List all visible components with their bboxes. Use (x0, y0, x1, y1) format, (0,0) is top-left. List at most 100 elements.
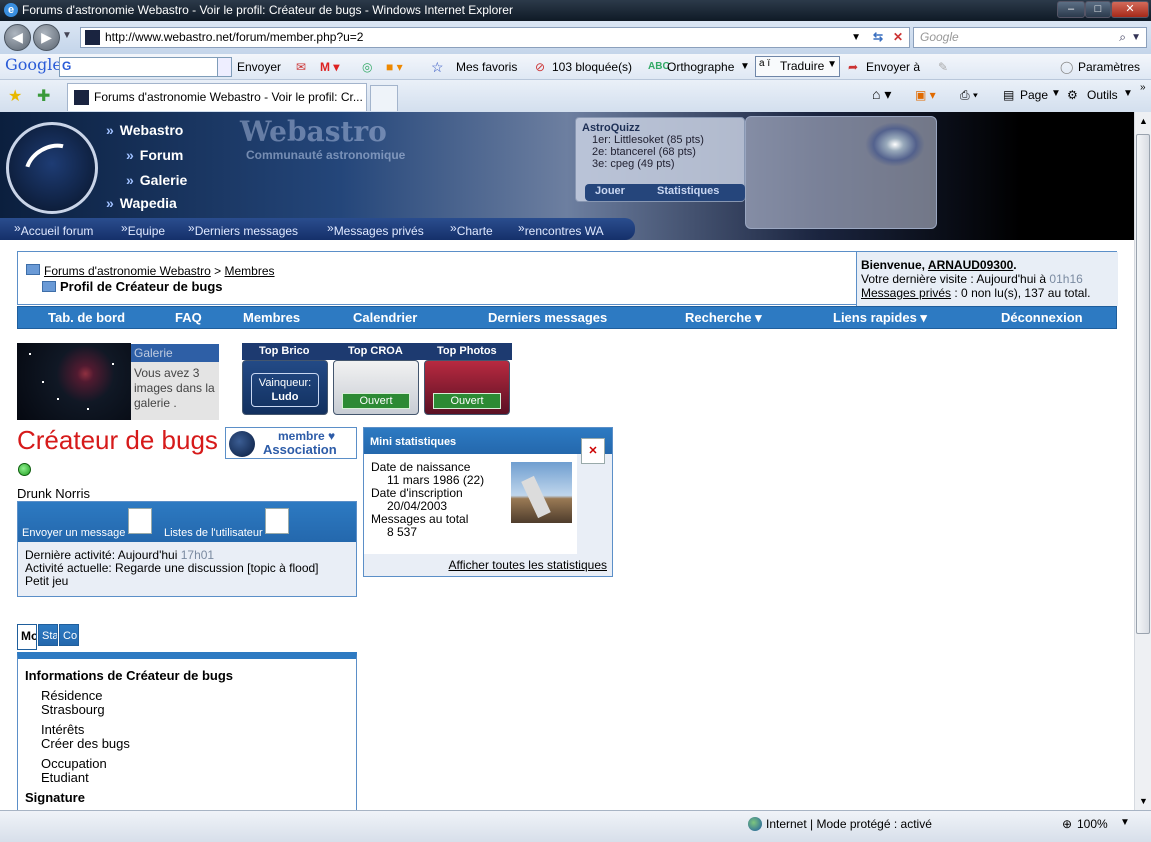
nav-dashboard[interactable]: Tab. de bord (48, 310, 125, 325)
nav-faq[interactable]: FAQ (175, 310, 202, 325)
private-messages-link[interactable]: Messages privés (861, 286, 951, 300)
bookmark-icon[interactable]: ✉ (296, 59, 306, 75)
tab-mon-profil[interactable]: Mo (17, 624, 37, 650)
top-brico-cell[interactable]: Vainqueur: Ludo (242, 360, 328, 415)
top-croa-label[interactable]: Top CROA (348, 345, 403, 357)
share-icon[interactable]: ◎ (362, 59, 372, 75)
pencil-icon[interactable]: ✎ (938, 59, 948, 75)
association-badge[interactable]: membre ♥ Association (225, 427, 357, 459)
gmail-icon[interactable]: M ▾ (320, 59, 339, 75)
translate-dropdown-icon[interactable]: ▼ (827, 59, 837, 70)
nav-search[interactable]: Recherche ▾ (685, 310, 762, 326)
nav-accueil-forum[interactable]: » Accueil forum (14, 221, 93, 238)
home-icon[interactable]: ⌂ ▾ (872, 86, 891, 103)
banner-nav-webastro[interactable]: » Webastro (106, 122, 183, 138)
more-tools-icon[interactable]: » (1140, 82, 1146, 93)
send-message-link[interactable]: Envoyer un message (22, 527, 125, 539)
forward-button[interactable]: ▶ (33, 24, 60, 51)
user-lists-link[interactable]: Listes de l'utilisateur (164, 527, 263, 539)
page-dropdown-icon[interactable]: ▼ (1051, 88, 1061, 99)
scroll-up-icon[interactable]: ▲ (1139, 116, 1148, 126)
google-send-button[interactable]: Envoyer (237, 59, 281, 75)
notebook-icon[interactable]: ■ ▾ (386, 59, 403, 75)
folder-icon (26, 264, 40, 275)
webastro-logo[interactable] (6, 122, 98, 214)
interests-value: Créer des bugs (41, 736, 130, 751)
breadcrumb-members-link[interactable]: Membres (225, 264, 275, 278)
welcome-label: Bienvenue, (861, 258, 926, 272)
top-photos-label[interactable]: Top Photos (437, 345, 497, 357)
username-link[interactable]: ARNAUD09300 (928, 258, 1013, 272)
nav-messages-prives[interactable]: » Messages privés (327, 221, 424, 238)
rss-icon[interactable]: ▣ ▾ (915, 88, 936, 102)
nav-equipe[interactable]: » Equipe (121, 221, 165, 238)
breadcrumb-forum-link[interactable]: Forums d'astronomie Webastro (44, 264, 211, 278)
history-dropdown-icon[interactable]: ▼ (62, 30, 72, 41)
zoom-dropdown-icon[interactable]: ▼ (1120, 817, 1130, 828)
url-field[interactable]: http://www.webastro.net/forum/member.php… (80, 27, 910, 48)
nav-derniers-messages[interactable]: » Derniers messages (188, 221, 298, 238)
stop-icon[interactable]: ✕ (893, 28, 903, 47)
tab-contacts[interactable]: Co (59, 624, 79, 646)
quizz-play-button[interactable]: Jouer (595, 185, 625, 197)
quizz-buttons: Jouer Statistiques (585, 184, 745, 201)
minimize-button[interactable]: – (1057, 1, 1085, 18)
google-search-input[interactable]: G ▼ (59, 57, 232, 77)
page-menu-button[interactable]: Page (1020, 88, 1048, 102)
new-tab-button[interactable] (370, 85, 398, 111)
nav-quick-links[interactable]: Liens rapides ▾ (833, 310, 927, 326)
settings-icon: ◯ (1060, 60, 1074, 74)
popup-blocked-button[interactable]: 103 bloquée(s) (552, 59, 632, 75)
nav-members[interactable]: Membres (243, 310, 300, 325)
photos-open-button[interactable]: Ouvert (433, 393, 501, 409)
refresh-icon[interactable]: ⇆ (873, 28, 883, 47)
vertical-scrollbar[interactable]: ▲ ▼ (1134, 112, 1151, 810)
security-zone-text[interactable]: Internet | Mode protégé : activé (766, 817, 932, 831)
back-button[interactable]: ◀ (4, 24, 31, 51)
gallery-header[interactable]: Galerie (131, 344, 219, 362)
croa-open-button[interactable]: Ouvert (342, 393, 410, 409)
print-icon[interactable]: ⎙ ▾ (960, 88, 978, 103)
tools-menu-button[interactable]: Outils (1087, 88, 1118, 102)
site-title: Webastro (240, 115, 387, 148)
favorites-star-icon[interactable]: ★ (8, 86, 22, 106)
scroll-down-icon[interactable]: ▼ (1139, 796, 1148, 806)
translate-box[interactable]: a ï Traduire ▼ (755, 56, 840, 77)
nav-latest-messages[interactable]: Derniers messages (488, 310, 607, 325)
banner-nav-wapedia[interactable]: » Wapedia (106, 195, 177, 211)
url-dropdown-icon[interactable]: ▼ (851, 28, 861, 47)
mini-stats-header: Mini statistiques (364, 428, 612, 454)
banner-nav-forum[interactable]: » Forum (126, 147, 183, 163)
google-search-history-button[interactable] (217, 57, 232, 77)
banner-nav-galerie[interactable]: » Galerie (126, 172, 187, 188)
search-dropdown-icon[interactable]: ▼ (1131, 28, 1141, 47)
nav-calendar[interactable]: Calendrier (353, 310, 417, 325)
spellcheck-dropdown-icon[interactable]: ▼ (740, 59, 750, 75)
activity-info: Dernière activité: Aujourd'hui 17h01 Act… (25, 549, 319, 588)
nav-rencontres-wa[interactable]: » rencontres WA (518, 221, 604, 238)
search-icon[interactable]: ⌕ (1119, 28, 1126, 47)
show-all-stats-link[interactable]: Afficher toutes les statistiques (448, 558, 607, 572)
nav-charte[interactable]: » Charte (450, 221, 493, 238)
add-favorites-icon[interactable]: ✚ (37, 86, 50, 106)
close-window-button[interactable]: ✕ (1111, 1, 1149, 18)
scrollbar-thumb[interactable] (1136, 134, 1150, 634)
tab-active[interactable]: Forums d'astronomie Webastro - Voir le p… (67, 83, 367, 111)
top-brico-label[interactable]: Top Brico (259, 345, 310, 357)
settings-button[interactable]: Paramètres (1078, 59, 1140, 75)
spellcheck-button[interactable]: Orthographe (667, 59, 734, 75)
nav-logout[interactable]: Déconnexion (1001, 310, 1083, 325)
gallery-thumbnail[interactable] (17, 343, 131, 420)
maximize-button[interactable]: □ (1085, 1, 1111, 18)
google-logo[interactable]: Google (5, 57, 62, 73)
top-photos-cell[interactable]: Ouvert (424, 360, 510, 415)
favorites-button[interactable]: Mes favoris (456, 59, 517, 75)
avatar (511, 462, 572, 523)
top-croa-cell[interactable]: Ouvert (333, 360, 419, 415)
search-input[interactable]: Google ⌕ ▼ (913, 27, 1147, 48)
tab-statistiques[interactable]: Sta (38, 624, 58, 646)
tools-dropdown-icon[interactable]: ▼ (1123, 88, 1133, 99)
send-to-button[interactable]: Envoyer à (866, 59, 920, 75)
quizz-stats-button[interactable]: Statistiques (657, 185, 719, 197)
zoom-level[interactable]: 100% (1077, 817, 1108, 831)
